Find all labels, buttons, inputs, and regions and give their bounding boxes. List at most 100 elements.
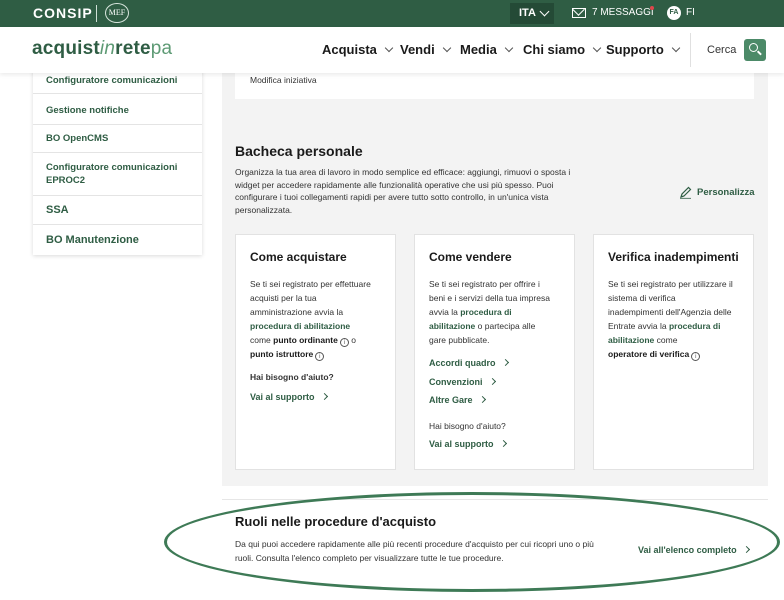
- personalizza-button[interactable]: Personalizza: [697, 187, 755, 198]
- brand-logo[interactable]: acquistinretepa: [32, 38, 172, 60]
- card-text: Entrate avvia la procedura di: [608, 319, 733, 333]
- nav-label: Supporto: [606, 42, 664, 57]
- convenzioni-link[interactable]: Convenzioni: [429, 377, 496, 387]
- sidebar: Configuratore comunicazioni Gestione not…: [33, 68, 202, 255]
- chevron-down-icon: [384, 43, 394, 53]
- card-text: inadempimenti dell'Agenzia delle: [608, 307, 732, 317]
- info-icon[interactable]: i: [691, 352, 701, 361]
- mail-icon[interactable]: [572, 8, 586, 18]
- chevron-right-icon: [488, 377, 496, 386]
- sidebar-item-eproc2[interactable]: Configuratore comunicazioni EPROC2: [33, 153, 202, 196]
- nav-supporto[interactable]: Supporto: [606, 42, 681, 57]
- help-text: Hai bisogno d'aiuto?: [250, 372, 334, 382]
- search-button[interactable]: [744, 39, 766, 61]
- card-title: Come acquistare: [250, 250, 347, 264]
- pencil-icon[interactable]: [679, 186, 692, 199]
- link-label: Altre Gare: [429, 395, 473, 405]
- card-text: punto istruttore i: [250, 347, 371, 361]
- card-text: abilitazione come: [608, 333, 733, 347]
- card-text: avvia la: [429, 307, 461, 317]
- support-link[interactable]: Vai al supporto: [250, 392, 328, 402]
- nav-acquista[interactable]: Acquista: [322, 42, 394, 57]
- card-text: Se ti sei registrato per utilizzare il: [608, 279, 733, 289]
- chevron-right-icon: [499, 439, 507, 448]
- procedura-abilitazione-link[interactable]: abilitazione: [608, 335, 654, 345]
- chevron-down-icon: [539, 6, 550, 17]
- nav-label: Vendi: [400, 42, 435, 57]
- brand-part: in: [99, 38, 116, 59]
- messages-link[interactable]: 7 MESSAGGI: [592, 7, 654, 18]
- link-label: Vai all'elenco completo: [638, 545, 737, 555]
- sidebar-item-ssa[interactable]: SSA: [33, 196, 202, 225]
- procedura-abilitazione-link[interactable]: procedura di: [460, 307, 511, 317]
- ruoli-description: Da qui puoi accedere rapidamente alle pi…: [235, 539, 594, 563]
- procedura-abilitazione-link[interactable]: procedura di: [669, 321, 720, 331]
- procedura-abilitazione-link[interactable]: procedura di abilitazione: [250, 319, 371, 333]
- altre-gare-link[interactable]: Altre Gare: [429, 395, 486, 405]
- chevron-down-icon: [442, 43, 451, 53]
- logo-divider: [96, 5, 97, 22]
- card-text: sistema di verifica: [608, 293, 676, 303]
- card-verifica-inadempimenti: Verifica inadempimenti Se ti sei registr…: [593, 234, 754, 470]
- nav-chi-siamo[interactable]: Chi siamo: [523, 42, 602, 57]
- card-text: o: [348, 335, 356, 345]
- chevron-right-icon: [742, 545, 750, 554]
- support-link[interactable]: Vai al supporto: [429, 439, 507, 449]
- card-text: punto ordinante: [273, 335, 338, 345]
- card-text: punto istruttore: [250, 349, 314, 359]
- card-body: Se ti sei registrato per offrire i beni …: [429, 277, 550, 347]
- chevron-right-icon: [501, 358, 509, 367]
- top-bar: CONSIP MEF ITA 7 MESSAGGI FA FI: [0, 0, 784, 27]
- help-text: Hai bisogno d'aiuto?: [429, 421, 506, 431]
- card-text: operatore di verifica: [608, 349, 690, 359]
- user-name[interactable]: FI: [686, 7, 695, 18]
- language-label: ITA: [519, 7, 536, 19]
- nav-label: Acquista: [322, 42, 377, 57]
- modifica-link[interactable]: Modifica iniziativa: [250, 75, 317, 85]
- consip-logo[interactable]: CONSIP: [33, 5, 93, 21]
- nav-label: Chi siamo: [523, 42, 586, 57]
- nav-media[interactable]: Media: [460, 42, 514, 57]
- search-icon-handle: [757, 50, 762, 56]
- nav-label: Media: [460, 42, 497, 57]
- nav-vendi[interactable]: Vendi: [400, 42, 451, 57]
- card-text: Entrate avvia la: [608, 321, 669, 331]
- sidebar-item-opencms[interactable]: BO OpenCMS: [33, 125, 202, 153]
- card-come-vendere: Come vendere Se ti sei registrato per of…: [414, 234, 575, 470]
- header-divider: [690, 33, 691, 67]
- brand-part: acquist: [32, 38, 100, 59]
- sidebar-item-manutenzione[interactable]: BO Manutenzione: [33, 225, 202, 255]
- card-text: amministrazione avvia la: [250, 307, 344, 317]
- card-text: come: [654, 335, 678, 345]
- link-label: Vai al supporto: [429, 439, 494, 449]
- link-label: Convenzioni: [429, 377, 483, 387]
- mef-logo[interactable]: MEF: [105, 3, 129, 23]
- card-title: Come vendere: [429, 250, 512, 264]
- card-body: Se ti sei registrato per effettuare acqu…: [250, 277, 371, 361]
- card-text: gare pubblicate.: [429, 335, 490, 345]
- brand-part: pa: [150, 38, 173, 59]
- card-text: come: [250, 335, 274, 345]
- accordi-quadro-link[interactable]: Accordi quadro: [429, 358, 509, 368]
- card-title: Verifica inadempimenti: [608, 250, 739, 264]
- sidebar-item-notifiche[interactable]: Gestione notifiche: [33, 96, 202, 125]
- ruoli-title: Ruoli nelle procedure d'acquisto: [235, 514, 437, 529]
- language-selector[interactable]: ITA: [510, 3, 554, 24]
- card-text: abilitazione o partecipa alle: [429, 319, 550, 333]
- card-text: o partecipa alle: [475, 321, 536, 331]
- card-text: come punto ordinante i o: [250, 333, 371, 347]
- card-text: acquisti per la tua: [250, 293, 317, 303]
- card-text: avvia la procedura di: [429, 305, 550, 319]
- procedura-abilitazione-link[interactable]: abilitazione: [429, 321, 475, 331]
- card-text: Se ti sei registrato per offrire i: [429, 279, 540, 289]
- bacheca-description: Organizza la tua area di lavoro in modo …: [235, 167, 571, 215]
- elenco-completo-link[interactable]: Vai all'elenco completo: [638, 545, 750, 555]
- info-icon[interactable]: i: [315, 352, 325, 361]
- brand-part: rete: [115, 38, 151, 59]
- chevron-down-icon: [671, 43, 681, 53]
- card-text: Se ti sei registrato per effettuare: [250, 279, 371, 289]
- search-label[interactable]: Cerca: [707, 44, 736, 56]
- info-icon[interactable]: i: [339, 338, 349, 347]
- chevron-right-icon: [320, 392, 328, 401]
- avatar[interactable]: FA: [667, 6, 681, 20]
